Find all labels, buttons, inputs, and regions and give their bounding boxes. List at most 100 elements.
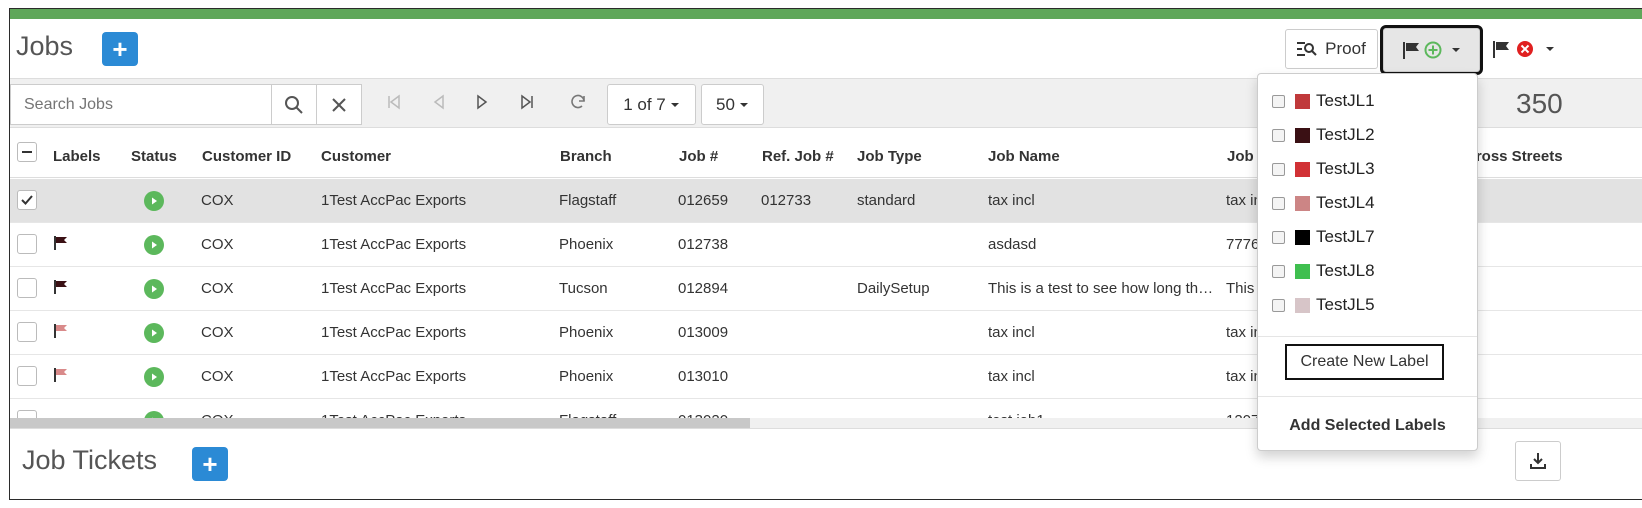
cell-customer-id: COX <box>201 324 234 341</box>
last-page-icon <box>521 94 533 110</box>
remove-label-dropdown-button[interactable] <box>1484 29 1564 69</box>
proof-label: Proof <box>1325 39 1366 58</box>
page-size-select[interactable]: 50 <box>701 84 764 125</box>
caret-down-icon <box>739 102 748 107</box>
col-customer-id[interactable]: Customer ID <box>202 148 291 165</box>
add-job-ticket-button[interactable]: + <box>192 447 228 481</box>
add-label-dropdown-button[interactable] <box>1380 25 1483 75</box>
last-page-button[interactable] <box>512 87 542 117</box>
label-checkbox[interactable] <box>1272 162 1285 176</box>
col-job-name[interactable]: Job Name <box>988 148 1060 165</box>
col-branch[interactable]: Branch <box>560 148 612 165</box>
next-page-button[interactable] <box>467 87 497 117</box>
menu-divider <box>1258 396 1477 397</box>
label-name: TestJL3 <box>1316 159 1375 178</box>
row-checkbox[interactable] <box>17 278 37 298</box>
caret-down-icon <box>1451 48 1460 52</box>
label-checkbox[interactable] <box>1272 230 1285 244</box>
cell-job-type: DailySetup <box>857 280 930 297</box>
col-labels[interactable]: Labels <box>53 148 101 165</box>
col-status[interactable]: Status <box>131 148 177 165</box>
jobs-title: Jobs <box>16 31 74 61</box>
label-name: TestJL2 <box>1316 125 1375 144</box>
label-color-swatch <box>1295 195 1310 211</box>
col-job-type[interactable]: Job Type <box>857 148 922 165</box>
add-label-menu: TestJL1 TestJL2 TestJL3 TestJL4 TestJL7 TestJ… <box>1257 73 1478 451</box>
status-play-icon[interactable] <box>144 235 164 255</box>
row-checkbox[interactable] <box>17 234 37 254</box>
refresh-button[interactable] <box>563 87 593 117</box>
previous-page-button[interactable] <box>424 87 454 117</box>
create-new-label-button[interactable]: Create New Label <box>1285 344 1444 380</box>
label-name: TestJL1 <box>1316 91 1375 110</box>
cell-branch: Phoenix <box>559 236 614 253</box>
cell-job-no: 012738 <box>678 236 729 253</box>
label-option[interactable]: TestJL8 <box>1272 258 1375 284</box>
cell-job-type: standard <box>857 192 916 209</box>
cell-job-name: This is a test to see how long th… <box>988 280 1214 297</box>
scrollbar-thumb[interactable] <box>10 418 750 428</box>
label-checkbox[interactable] <box>1272 128 1285 142</box>
col-ref-job-no[interactable]: Ref. Job # <box>762 148 834 165</box>
cell-job-no: 012659 <box>678 192 729 209</box>
label-option[interactable]: TestJL1 <box>1272 88 1375 114</box>
row-checkbox[interactable] <box>17 322 37 342</box>
col-customer[interactable]: Customer <box>321 148 391 165</box>
add-selected-labels-button[interactable]: Add Selected Labels <box>1258 417 1477 435</box>
label-option[interactable]: TestJL2 <box>1272 122 1375 148</box>
close-icon <box>332 97 346 112</box>
row-checkbox[interactable] <box>17 190 37 210</box>
add-job-button[interactable]: + <box>102 32 138 66</box>
cell-job-name: tax incl <box>988 192 1035 209</box>
page-indicator: 1 of 7 <box>623 94 666 114</box>
status-play-icon[interactable] <box>144 367 164 387</box>
status-play-icon[interactable] <box>144 191 164 211</box>
plus-circle-icon <box>1424 41 1441 59</box>
search-jobs-input[interactable] <box>10 84 272 125</box>
label-checkbox[interactable] <box>1272 94 1285 108</box>
label-option[interactable]: TestJL7 <box>1272 224 1375 250</box>
cell-job-name: asdasd <box>988 236 1037 253</box>
indeterminate-icon <box>22 151 32 153</box>
col-cross-streets[interactable]: Cross Streets <box>1465 148 1563 165</box>
col-job-no[interactable]: Job # <box>679 148 718 165</box>
select-all-checkbox[interactable] <box>17 142 37 162</box>
label-flag-icon <box>53 323 69 343</box>
cell-customer: 1Test AccPac Exports <box>321 368 467 385</box>
cell-branch: Phoenix <box>559 368 614 385</box>
first-page-button[interactable] <box>379 87 409 117</box>
label-color-swatch <box>1295 263 1310 279</box>
first-page-icon <box>388 94 400 110</box>
refresh-icon <box>571 94 585 109</box>
menu-divider <box>1258 336 1477 337</box>
next-page-icon <box>477 94 488 110</box>
cell-job-name: tax incl <box>988 368 1035 385</box>
cell-job-no: 013010 <box>678 368 729 385</box>
caret-down-icon <box>1546 47 1554 51</box>
label-option[interactable]: TestJL4 <box>1272 190 1375 216</box>
label-checkbox[interactable] <box>1272 196 1285 210</box>
label-name: TestJL4 <box>1316 193 1375 212</box>
label-checkbox[interactable] <box>1272 298 1285 312</box>
caret-down-icon <box>670 102 679 107</box>
status-play-icon[interactable] <box>144 279 164 299</box>
cell-customer: 1Test AccPac Exports <box>321 324 467 341</box>
flag-icon <box>1402 42 1419 59</box>
label-flag-icon <box>53 279 69 299</box>
label-option[interactable]: TestJL3 <box>1272 156 1375 182</box>
label-option[interactable]: TestJL5 <box>1272 292 1375 318</box>
search-button[interactable] <box>271 84 317 125</box>
status-play-icon[interactable] <box>144 323 164 343</box>
clear-search-button[interactable] <box>316 84 362 125</box>
proof-button[interactable]: Proof <box>1285 29 1378 69</box>
label-flag-icon <box>53 235 69 255</box>
search-list-icon <box>1297 42 1317 56</box>
label-checkbox[interactable] <box>1272 264 1285 278</box>
page-select[interactable]: 1 of 7 <box>607 84 696 125</box>
cell-customer-id: COX <box>201 368 234 385</box>
cell-branch: Flagstaff <box>559 192 617 209</box>
cell-job-no: 013009 <box>678 324 729 341</box>
col-job[interactable]: Job <box>1227 148 1254 165</box>
row-checkbox[interactable] <box>17 366 37 386</box>
download-button[interactable] <box>1515 441 1561 481</box>
